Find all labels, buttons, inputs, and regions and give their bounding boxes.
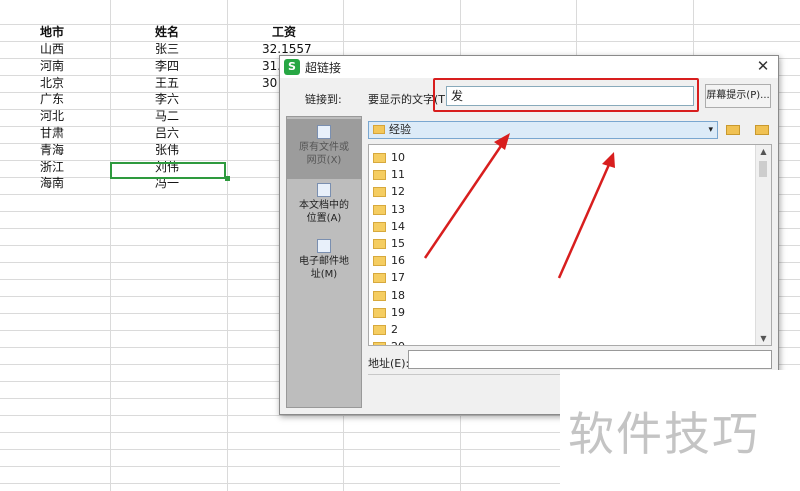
cell-city[interactable]: 浙江 xyxy=(40,159,64,175)
cell-city[interactable]: 甘肃 xyxy=(40,125,64,141)
cell-city[interactable]: 北京 xyxy=(40,75,64,91)
nav-existing-file-label: 原有文件或网页(X) xyxy=(299,142,349,166)
cell-city[interactable]: 河北 xyxy=(40,108,64,124)
cell-name[interactable]: 王五 xyxy=(155,75,179,91)
file-name: 11 xyxy=(391,168,405,182)
file-name: 17 xyxy=(391,271,405,285)
cell-name[interactable]: 马二 xyxy=(155,108,179,124)
gridline xyxy=(0,24,800,25)
web-page-icon xyxy=(317,125,331,139)
folder-icon xyxy=(373,125,385,134)
scroll-up-icon[interactable]: ▲ xyxy=(756,147,771,156)
hyperlink-dialog: S 超链接 ✕ 链接到: 要显示的文字(T): 发 屏幕提示(P)... 原有文… xyxy=(279,55,779,415)
up-folder-icon xyxy=(726,125,740,135)
cell-name[interactable]: 李四 xyxy=(155,58,179,74)
chevron-down-icon: ▾ xyxy=(708,125,713,135)
folder-icon xyxy=(373,204,386,215)
dialog-title: 超链接 xyxy=(305,61,342,75)
address-input[interactable] xyxy=(408,350,772,369)
folder-icon xyxy=(373,221,386,232)
link-type-panel: 原有文件或网页(X) 本文档中的位置(A) 电子邮件地址(M) xyxy=(286,116,362,408)
nav-this-document-label: 本文档中的位置(A) xyxy=(299,200,349,224)
dialog-titlebar[interactable]: S 超链接 ✕ xyxy=(280,56,778,78)
cell-name[interactable]: 李六 xyxy=(155,91,179,107)
cell-city[interactable]: 海南 xyxy=(40,175,64,191)
cell-name[interactable]: 张三 xyxy=(155,41,179,57)
file-name: 14 xyxy=(391,219,405,233)
screentip-button[interactable]: 屏幕提示(P)... xyxy=(705,84,771,108)
folder-icon xyxy=(373,273,386,284)
folder-icon xyxy=(373,342,386,345)
nav-existing-file[interactable]: 原有文件或网页(X) xyxy=(287,119,361,179)
cell-salary[interactable]: 30 xyxy=(262,75,277,91)
nav-email[interactable]: 电子邮件地址(M) xyxy=(287,239,361,289)
folder-icon xyxy=(373,170,386,181)
file-name: 10 xyxy=(391,151,405,164)
app-icon: S xyxy=(284,59,300,75)
close-button[interactable]: ✕ xyxy=(754,57,772,75)
folder-icon xyxy=(373,153,386,163)
folder-dropdown[interactable]: 经验 ▾ xyxy=(368,121,718,139)
folder-icon xyxy=(373,290,386,301)
highlight-box xyxy=(433,78,699,112)
address-label: 地址(E): xyxy=(368,357,410,370)
cell-name[interactable]: 张伟 xyxy=(155,142,179,158)
cell-city[interactable]: 青海 xyxy=(40,142,64,158)
vertical-scrollbar[interactable]: ▲ ▼ xyxy=(755,145,771,345)
open-folder-icon xyxy=(755,125,769,135)
file-name: 18 xyxy=(391,288,405,302)
selected-cell[interactable] xyxy=(110,162,226,179)
cell-name[interactable]: 吕六 xyxy=(155,125,179,141)
file-name: 13 xyxy=(391,202,405,216)
file-name: 20 xyxy=(391,338,405,345)
cell-city[interactable]: 河南 xyxy=(40,58,64,74)
file-name: 2 xyxy=(391,323,398,336)
folder-icon xyxy=(373,239,386,249)
scroll-thumb[interactable] xyxy=(759,161,767,177)
header-name[interactable]: 姓名 xyxy=(155,24,179,40)
nav-this-document[interactable]: 本文档中的位置(A) xyxy=(287,183,361,243)
header-city[interactable]: 地市 xyxy=(40,24,64,40)
cell-city[interactable]: 山西 xyxy=(40,41,64,57)
folder-icon xyxy=(373,187,386,198)
folder-icon xyxy=(373,307,386,318)
up-folder-button[interactable] xyxy=(723,121,743,139)
cell-city[interactable]: 广东 xyxy=(40,91,64,107)
email-icon xyxy=(317,239,331,253)
file-list[interactable]: 10 11 12 13 14 15 16 17 18 19 2 20 ▲ ▼ xyxy=(368,144,772,346)
file-name: 19 xyxy=(391,305,405,319)
folder-icon xyxy=(373,325,386,335)
document-icon xyxy=(317,183,331,197)
folder-icon xyxy=(373,256,386,267)
file-name: 12 xyxy=(391,185,405,199)
gridline xyxy=(0,41,800,42)
scroll-down-icon[interactable]: ▼ xyxy=(756,334,771,343)
watermark: 软件技巧 xyxy=(568,407,760,461)
file-name: 15 xyxy=(391,237,405,250)
header-salary[interactable]: 工资 xyxy=(272,24,296,40)
file-name: 16 xyxy=(391,254,405,268)
browse-folder-button[interactable] xyxy=(752,121,772,139)
link-to-label: 链接到: xyxy=(305,93,342,106)
fill-handle[interactable] xyxy=(225,176,230,181)
current-folder: 经验 xyxy=(389,123,411,136)
nav-email-label: 电子邮件地址(M) xyxy=(299,256,349,280)
